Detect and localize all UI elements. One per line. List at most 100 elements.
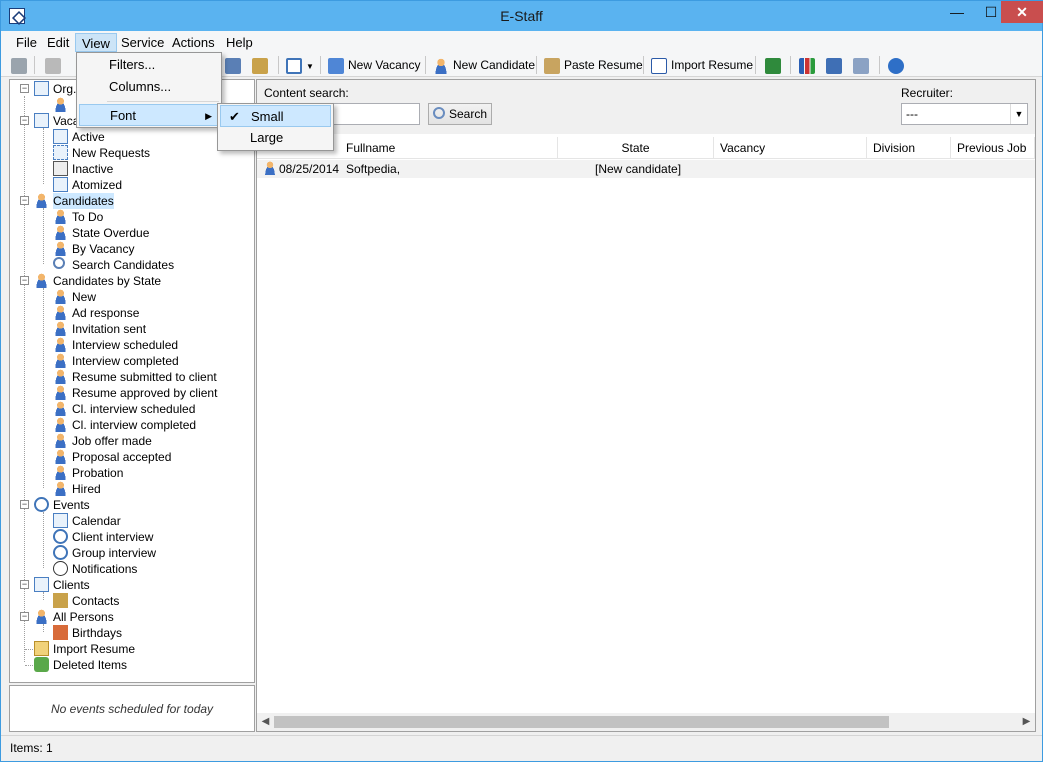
- person-icon: [53, 433, 68, 448]
- paste-resume-button[interactable]: Paste Resume: [544, 55, 643, 75]
- person-icon: [34, 609, 49, 624]
- person-icon: [263, 161, 277, 175]
- font-submenu: ✔ Small Large: [217, 103, 334, 151]
- column-vacancy[interactable]: Vacancy: [714, 137, 867, 159]
- no-events-message: No events scheduled for today: [50, 702, 214, 716]
- app-window: E-Staff — ☐ ✕ File Edit View Service Act…: [0, 0, 1043, 762]
- scrollbar-thumb[interactable]: [274, 716, 889, 728]
- collapse-candidates-by-state[interactable]: −: [20, 276, 29, 285]
- menu-edit[interactable]: Edit: [41, 33, 75, 52]
- scroll-right-icon[interactable]: ▶: [1018, 713, 1035, 731]
- menu-filters[interactable]: Filters...: [79, 54, 219, 76]
- clock-icon: [53, 529, 68, 544]
- menu-font[interactable]: Font ▶: [79, 104, 219, 126]
- toolbar-separator: [790, 56, 791, 74]
- menu-font-small-label: Small: [251, 109, 284, 124]
- toolbar-separator: [879, 56, 880, 74]
- inactive-icon: [53, 161, 68, 176]
- paste-icon: [544, 57, 560, 74]
- person-icon: [433, 57, 449, 74]
- toolbar-separator: [320, 56, 321, 74]
- recruiter-select[interactable]: --- ▼: [901, 103, 1028, 125]
- calendar-tool-button[interactable]: [225, 55, 245, 75]
- info-icon: [53, 561, 68, 576]
- tree-line: [24, 96, 25, 662]
- scroll-left-icon[interactable]: ◀: [257, 713, 274, 731]
- menu-font-small[interactable]: ✔ Small: [220, 105, 331, 127]
- word-document-icon: [651, 57, 667, 74]
- column-fullname[interactable]: Fullname: [340, 137, 558, 159]
- column-previous-job[interactable]: Previous Job: [951, 137, 1035, 159]
- gear-icon: [853, 57, 869, 74]
- chevron-down-icon: ▼: [1010, 104, 1027, 124]
- contact-card-button[interactable]: [252, 55, 272, 75]
- check-icon: ✔: [229, 109, 240, 124]
- person-icon: [34, 273, 49, 288]
- recruiter-value: ---: [906, 107, 918, 121]
- event-dropdown-button[interactable]: ▼: [286, 55, 314, 75]
- excel-export-button[interactable]: [765, 55, 785, 75]
- toolbar-separator: [425, 56, 426, 74]
- chart-button[interactable]: [799, 55, 819, 75]
- magnifier-icon: [53, 257, 65, 269]
- search-button[interactable]: Search: [428, 103, 492, 125]
- person-icon: [53, 481, 68, 496]
- table-row[interactable]: 08/25/2014 Softpedia, [New candidate]: [257, 160, 1035, 178]
- help-button[interactable]: [888, 55, 908, 75]
- menu-service[interactable]: Service: [115, 33, 170, 52]
- person-icon: [53, 321, 68, 336]
- collapse-candidates[interactable]: −: [20, 196, 29, 205]
- menu-font-large[interactable]: Large: [220, 127, 331, 149]
- content-search-label: Content search:: [264, 86, 349, 100]
- tree-line: [43, 208, 44, 264]
- clients-icon: [34, 577, 49, 592]
- menu-help[interactable]: Help: [220, 33, 259, 52]
- person-icon: [53, 369, 68, 384]
- horizontal-scrollbar[interactable]: ◀ ▶: [257, 713, 1035, 731]
- status-bar: Items: 1: [1, 735, 1042, 761]
- menu-file[interactable]: File: [10, 33, 43, 52]
- search-bar: Content search: Search Recruiter: --- ▼: [257, 80, 1035, 134]
- menu-columns[interactable]: Columns...: [79, 76, 219, 98]
- view-menu: Filters... Columns... Font ▶: [76, 52, 222, 128]
- scissors-icon: [45, 57, 61, 74]
- help-icon: [888, 57, 904, 74]
- collapse-org[interactable]: −: [20, 84, 29, 93]
- person-icon: [53, 465, 68, 480]
- person-icon: [53, 353, 68, 368]
- person-icon: [53, 337, 68, 352]
- minimize-button[interactable]: —: [942, 1, 972, 23]
- tree-line: [43, 288, 44, 488]
- cut-button[interactable]: [45, 55, 65, 75]
- close-button[interactable]: ✕: [1001, 1, 1043, 23]
- cell-date: 08/25/2014: [279, 162, 340, 176]
- collapse-events[interactable]: −: [20, 500, 29, 509]
- import-resume-button[interactable]: Import Resume: [651, 55, 753, 75]
- column-state[interactable]: State: [558, 137, 714, 159]
- menu-actions[interactable]: Actions: [166, 33, 221, 52]
- toolbar-separator: [755, 56, 756, 74]
- collapse-clients[interactable]: −: [20, 580, 29, 589]
- bar-chart-icon: [799, 57, 815, 74]
- new-vacancy-label: New Vacancy: [348, 58, 421, 72]
- navigation-tree: − Org. − Vaca Active New Requests Inacti…: [9, 79, 255, 683]
- report-icon: [826, 57, 842, 74]
- menu-separator: [107, 101, 219, 102]
- new-vacancy-button[interactable]: New Vacancy: [328, 55, 420, 75]
- column-division[interactable]: Division: [867, 137, 951, 159]
- report-button[interactable]: [826, 55, 846, 75]
- tree-line: [43, 624, 44, 632]
- toolbar-separator: [278, 56, 279, 74]
- candidate-list-pane: Content search: Search Recruiter: --- ▼ F…: [256, 79, 1036, 732]
- collapse-vacancies[interactable]: −: [20, 116, 29, 125]
- new-candidate-button[interactable]: New Candidate: [433, 55, 535, 75]
- collapse-all-persons[interactable]: −: [20, 612, 29, 621]
- menu-font-label: Font: [110, 108, 137, 123]
- print-button[interactable]: [11, 55, 31, 75]
- cell-fullname: Softpedia,: [346, 162, 401, 176]
- calendar-icon: [225, 57, 241, 74]
- settings-button[interactable]: [853, 55, 873, 75]
- menu-view[interactable]: View: [75, 33, 117, 52]
- search-icon: [433, 107, 445, 119]
- menu-bar: File Edit View Service Actions Help: [1, 31, 1042, 53]
